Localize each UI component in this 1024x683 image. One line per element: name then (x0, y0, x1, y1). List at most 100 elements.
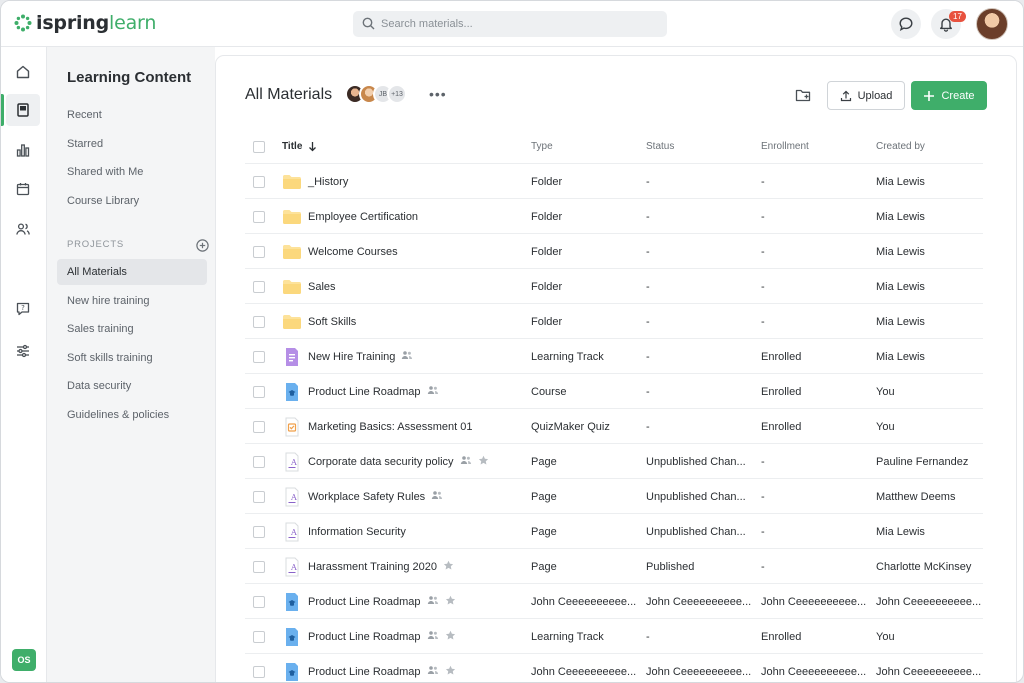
sidebar-item-recent[interactable]: Recent (57, 102, 207, 128)
row-title: Employee Certification (308, 210, 419, 223)
rail-help[interactable]: ? (6, 293, 40, 325)
table-row[interactable]: New Hire Training Learning Track - Enrol… (245, 339, 983, 374)
row-created-by: Mia Lewis (876, 350, 925, 363)
rail-calendar[interactable] (6, 173, 40, 205)
column-header-title[interactable]: Title (282, 129, 527, 164)
column-header-enrollment[interactable]: Enrollment (761, 129, 871, 164)
table-row[interactable]: Product Line Roadmap John Ceeeeeeeeee...… (245, 584, 983, 619)
row-type: Folder (531, 210, 563, 223)
table-row[interactable]: Sales Folder - - Mia Lewis (245, 269, 983, 304)
row-title-cell[interactable]: New Hire Training (282, 339, 527, 374)
sidebar-item-starred[interactable]: Starred (57, 131, 207, 157)
row-checkbox[interactable] (253, 210, 265, 223)
row-checkbox[interactable] (253, 245, 265, 258)
row-checkbox[interactable] (253, 420, 265, 433)
collaborator-avatars[interactable]: JB +13 (345, 84, 407, 104)
row-title-cell[interactable]: _History (282, 164, 527, 199)
column-header-created-by[interactable]: Created by (876, 129, 983, 164)
row-title-cell[interactable]: A Harassment Training 2020 (282, 549, 527, 584)
rail-content[interactable] (1, 94, 40, 126)
sidebar-item-shared-with-me[interactable]: Shared with Me (57, 159, 207, 185)
project-item-guidelines-policies[interactable]: Guidelines & policies (57, 402, 207, 428)
table-row[interactable]: Welcome Courses Folder - - Mia Lewis (245, 234, 983, 269)
user-initials-badge[interactable]: OS (12, 649, 36, 671)
rail-reports[interactable] (6, 134, 40, 166)
row-checkbox[interactable] (253, 490, 265, 503)
row-checkbox[interactable] (253, 560, 265, 573)
user-avatar[interactable] (976, 8, 1008, 40)
row-title-cell[interactable]: A Corporate data security policy (282, 444, 527, 479)
table-row[interactable]: _History Folder - - Mia Lewis (245, 164, 983, 199)
notification-count-badge: 17 (949, 11, 966, 22)
upload-button[interactable]: Upload (827, 81, 905, 110)
row-checkbox[interactable] (253, 665, 265, 678)
row-title-cell[interactable]: Product Line Roadmap (282, 654, 527, 682)
project-item-all-materials[interactable]: All Materials (57, 259, 207, 285)
logo[interactable]: ispringlearn (14, 12, 156, 34)
project-item-new-hire-training[interactable]: New hire training (57, 288, 207, 314)
row-status: - (646, 175, 650, 188)
collaborator-more-count: +13 (387, 84, 407, 104)
row-title-cell[interactable]: A Information Security (282, 514, 527, 549)
folder-icon (282, 312, 302, 332)
row-type: QuizMaker Quiz (531, 420, 610, 433)
table-row[interactable]: Product Line Roadmap Learning Track - En… (245, 619, 983, 654)
svg-text:A: A (290, 528, 297, 537)
star-icon[interactable] (445, 665, 456, 679)
chat-button[interactable] (891, 9, 921, 39)
table-row[interactable]: Product Line Roadmap Course - Enrolled Y… (245, 374, 983, 409)
rail-users[interactable] (6, 213, 40, 245)
table-row[interactable]: A Harassment Training 2020 Page Publishe… (245, 549, 983, 584)
table-row[interactable]: Employee Certification Folder - - Mia Le… (245, 199, 983, 234)
create-button[interactable]: Create (911, 81, 987, 110)
sidebar-item-course-library[interactable]: Course Library (57, 188, 207, 214)
add-project-icon[interactable] (196, 239, 209, 252)
row-title-cell[interactable]: Soft Skills (282, 304, 527, 339)
row-title-cell[interactable]: Marketing Basics: Assessment 01 (282, 409, 527, 444)
rail-home[interactable] (6, 56, 40, 88)
row-checkbox[interactable] (253, 315, 265, 328)
new-folder-icon[interactable] (795, 88, 812, 103)
row-enrollment: John Ceeeeeeeeee... (761, 665, 867, 678)
table-row[interactable]: Product Line Roadmap John Ceeeeeeeeee...… (245, 654, 983, 682)
row-checkbox[interactable] (253, 175, 265, 188)
column-header-status[interactable]: Status (646, 129, 756, 164)
table-row[interactable]: Marketing Basics: Assessment 01 QuizMake… (245, 409, 983, 444)
rail-settings[interactable] (6, 335, 40, 367)
row-checkbox[interactable] (253, 630, 265, 643)
row-checkbox[interactable] (253, 595, 265, 608)
project-item-soft-skills-training[interactable]: Soft skills training (57, 345, 207, 371)
row-title-cell[interactable]: Welcome Courses (282, 234, 527, 269)
column-header-type[interactable]: Type (531, 129, 643, 164)
row-type: John Ceeeeeeeeee... (531, 665, 637, 678)
sidebar-title: Learning Content (67, 69, 192, 86)
table-row[interactable]: Soft Skills Folder - - Mia Lewis (245, 304, 983, 339)
project-item-data-security[interactable]: Data security (57, 373, 207, 399)
row-title-cell[interactable]: A Workplace Safety Rules (282, 479, 527, 514)
row-check-cell (253, 479, 267, 514)
column-header-title-label: Title (282, 141, 303, 152)
row-title-cell[interactable]: Employee Certification (282, 199, 527, 234)
row-created-by: You (876, 385, 895, 398)
row-check-cell (253, 444, 267, 479)
row-checkbox[interactable] (253, 385, 265, 398)
row-checkbox[interactable] (253, 350, 265, 363)
star-icon[interactable] (445, 630, 456, 644)
table-row[interactable]: A Workplace Safety Rules Page Unpublishe… (245, 479, 983, 514)
star-icon[interactable] (445, 595, 456, 609)
row-title-cell[interactable]: Product Line Roadmap (282, 374, 527, 409)
star-icon[interactable] (478, 455, 489, 469)
row-checkbox[interactable] (253, 455, 265, 468)
more-options-icon[interactable]: ••• (429, 86, 447, 102)
select-all-checkbox[interactable] (253, 140, 265, 153)
row-checkbox[interactable] (253, 280, 265, 293)
star-icon[interactable] (443, 560, 454, 574)
search-input[interactable]: Search materials... (353, 11, 667, 37)
row-checkbox[interactable] (253, 525, 265, 538)
row-title-cell[interactable]: Sales (282, 269, 527, 304)
project-item-sales-training[interactable]: Sales training (57, 316, 207, 342)
table-row[interactable]: A Information Security Page Unpublished … (245, 514, 983, 549)
row-title-cell[interactable]: Product Line Roadmap (282, 584, 527, 619)
table-row[interactable]: A Corporate data security policy Page Un… (245, 444, 983, 479)
row-title-cell[interactable]: Product Line Roadmap (282, 619, 527, 654)
